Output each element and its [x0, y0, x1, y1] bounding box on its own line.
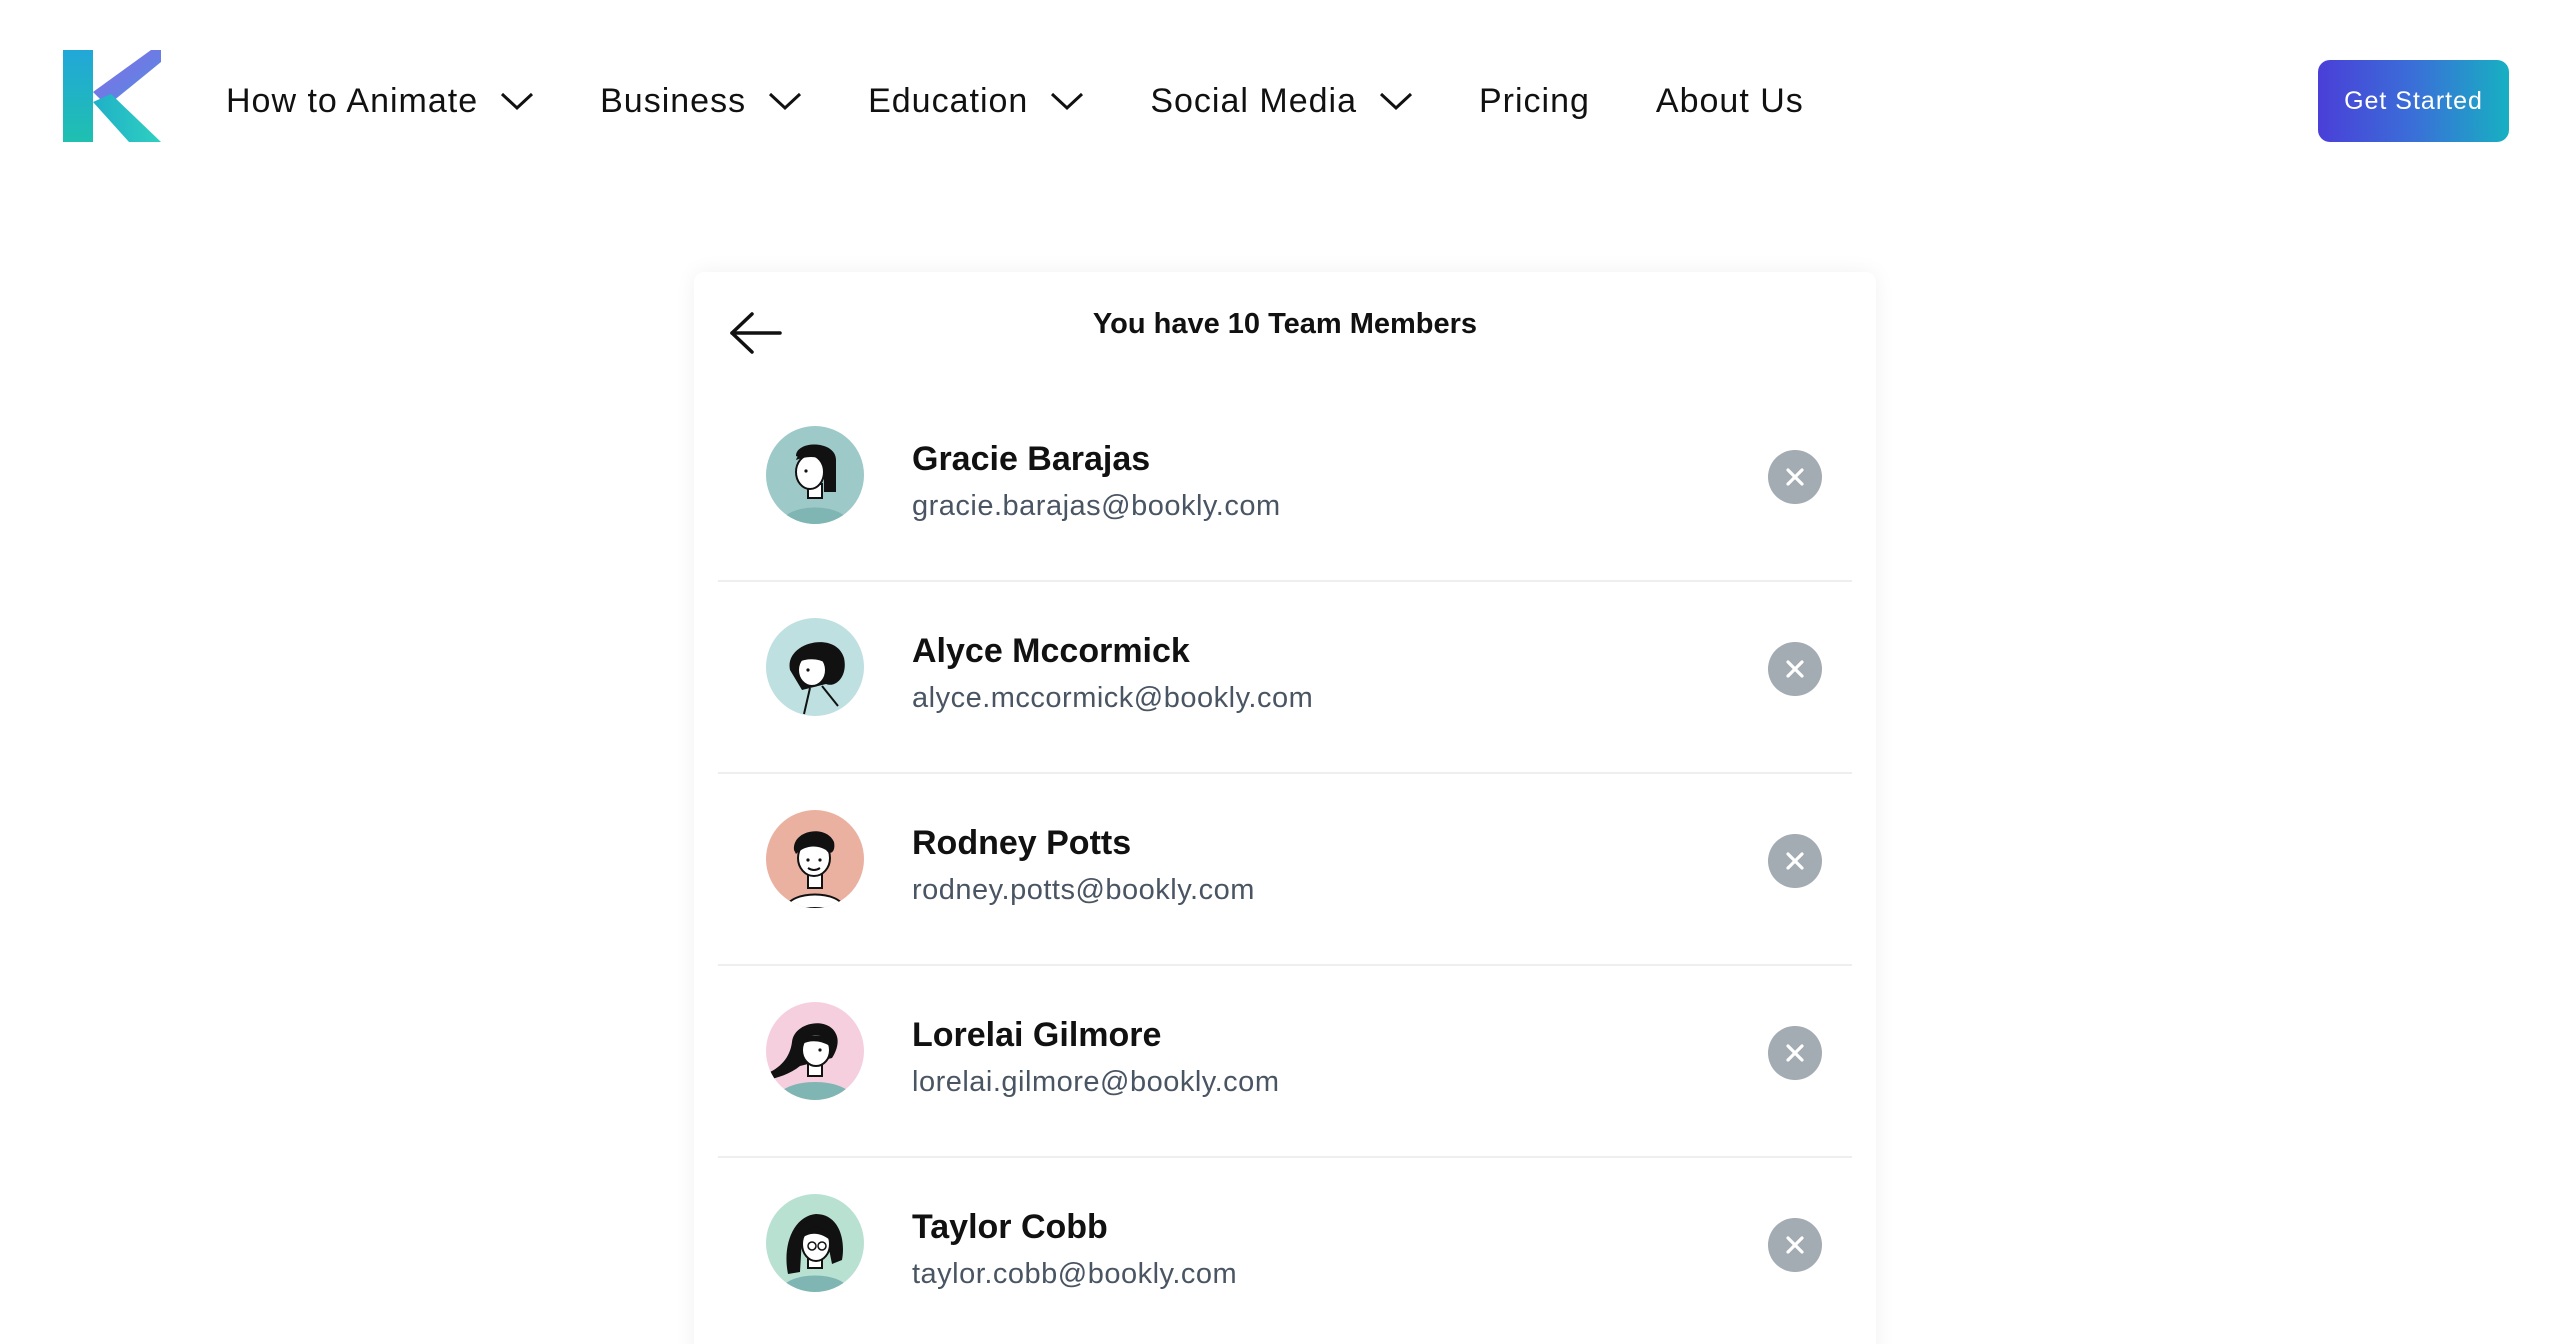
- card-title: You have 10 Team Members: [1092, 308, 1478, 340]
- nav-label: Business: [600, 81, 747, 120]
- close-icon: [1786, 660, 1804, 678]
- nav-education[interactable]: Education: [868, 82, 1084, 121]
- nav-about-us[interactable]: About Us: [1656, 82, 1804, 121]
- member-name: Alyce Mccormick: [912, 632, 1190, 670]
- nav-label: Pricing: [1478, 81, 1590, 120]
- nav-label: Social Media: [1150, 81, 1357, 120]
- chevron-down-icon: [1051, 92, 1084, 111]
- member-name: Rodney Potts: [912, 824, 1132, 862]
- member-name: Lorelai Gilmore: [912, 1016, 1162, 1054]
- avatar: [766, 810, 864, 908]
- nav-business[interactable]: Business: [600, 82, 802, 121]
- member-email: gracie.barajas@bookly.com: [912, 490, 1281, 522]
- list-item: Gracie Barajas gracie.barajas@bookly.com: [718, 390, 1852, 582]
- remove-member-button[interactable]: [1768, 1026, 1822, 1080]
- list-item: Taylor Cobb taylor.cobb@bookly.com: [718, 1158, 1852, 1344]
- member-email: rodney.potts@bookly.com: [912, 874, 1255, 906]
- close-icon: [1786, 1236, 1804, 1254]
- member-email: alyce.mccormick@bookly.com: [912, 682, 1314, 714]
- nav-label: About Us: [1655, 81, 1804, 120]
- remove-member-button[interactable]: [1768, 1218, 1822, 1272]
- chevron-down-icon: [501, 92, 534, 111]
- k-logo-icon[interactable]: [63, 50, 161, 142]
- remove-member-button[interactable]: [1768, 834, 1822, 888]
- remove-member-button[interactable]: [1768, 642, 1822, 696]
- nav-label: Education: [868, 81, 1029, 120]
- chevron-down-icon: [1379, 92, 1413, 111]
- member-email: lorelai.gilmore@bookly.com: [912, 1066, 1280, 1098]
- get-started-button[interactable]: Get Started: [2318, 60, 2509, 142]
- chevron-down-icon: [769, 92, 802, 111]
- nav-label: How to Animate: [226, 81, 479, 120]
- avatar: [766, 1194, 864, 1292]
- list-item: Alyce Mccormick alyce.mccormick@bookly.c…: [718, 582, 1852, 774]
- nav-pricing[interactable]: Pricing: [1479, 82, 1590, 121]
- member-list: Gracie Barajas gracie.barajas@bookly.com: [718, 390, 1852, 1344]
- top-navbar: How to Animate Business Education Social…: [0, 0, 2560, 200]
- avatar: [766, 426, 864, 524]
- member-name: Taylor Cobb: [912, 1208, 1108, 1246]
- avatar: [766, 1002, 864, 1100]
- list-item: Rodney Potts rodney.potts@bookly.com: [718, 774, 1852, 966]
- remove-member-button[interactable]: [1768, 450, 1822, 504]
- avatar: [766, 618, 864, 716]
- close-icon: [1786, 1044, 1804, 1062]
- member-email: taylor.cobb@bookly.com: [912, 1258, 1238, 1290]
- nav-how-to-animate[interactable]: How to Animate: [226, 82, 534, 121]
- close-icon: [1786, 852, 1804, 870]
- close-icon: [1786, 468, 1804, 486]
- main-nav: How to Animate Business Education Social…: [226, 70, 1870, 132]
- page: How to Animate Business Education Social…: [0, 0, 2560, 1344]
- member-name: Gracie Barajas: [912, 440, 1151, 478]
- nav-social-media[interactable]: Social Media: [1150, 82, 1413, 121]
- list-item: Lorelai Gilmore lorelai.gilmore@bookly.c…: [718, 966, 1852, 1158]
- team-members-card: You have 10 Team Members Gracie Barajas …: [694, 272, 1876, 1344]
